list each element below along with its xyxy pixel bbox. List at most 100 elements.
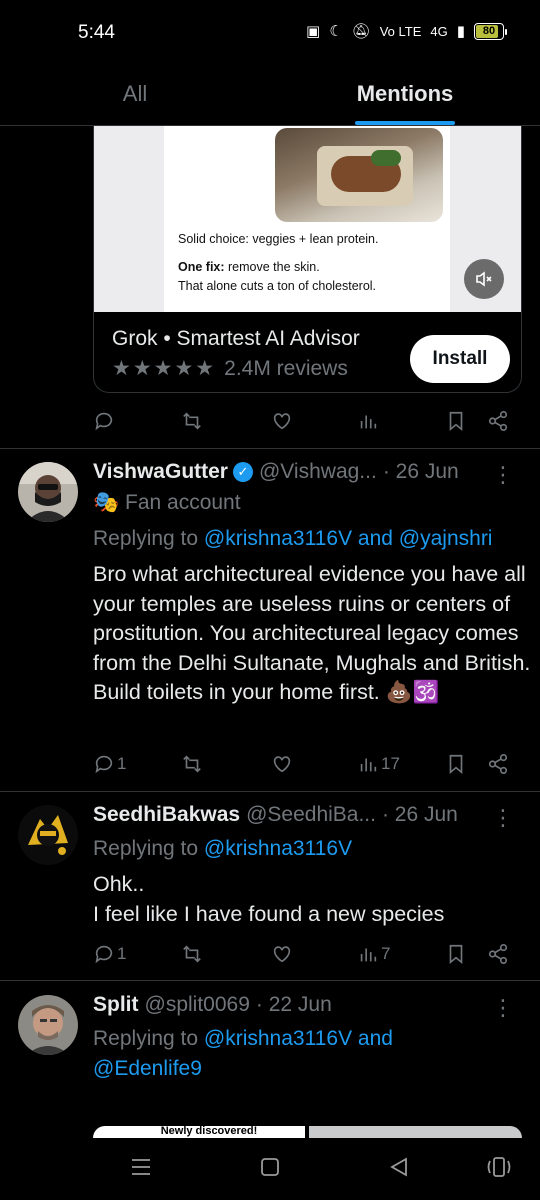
cast-icon: ▣ (306, 23, 321, 40)
avatar[interactable] (18, 805, 78, 865)
bookmark-button[interactable] (445, 410, 467, 432)
user-handle[interactable]: @split0069 (145, 993, 250, 1017)
view-count: 17 (381, 754, 400, 773)
views-button[interactable] (357, 410, 379, 432)
user-handle[interactable]: @Vishwag... (259, 460, 377, 484)
like-button[interactable] (271, 753, 293, 775)
media-preview[interactable]: Newly discovered! (93, 1126, 522, 1138)
tab-mentions[interactable]: Mentions (270, 62, 540, 125)
reply-count: 1 (117, 754, 127, 773)
reply-button[interactable]: 1 (93, 753, 126, 775)
divider (0, 980, 540, 981)
views-icon (360, 948, 377, 962)
tweet-1-action-bar: 1 17 (93, 749, 513, 779)
bookmark-icon (449, 754, 463, 775)
back-nav-button[interactable] (388, 1156, 410, 1184)
reply-count: 1 (117, 944, 127, 963)
ad-fix-text: remove the skin. (224, 260, 320, 274)
repost-icon (183, 755, 201, 773)
avatar[interactable] (18, 462, 78, 522)
media-preview-right (309, 1126, 522, 1138)
more-options-button[interactable]: ⋮ (492, 805, 514, 831)
avatar[interactable] (18, 995, 78, 1055)
views-button[interactable]: 17 (357, 753, 400, 775)
speaker-muted-icon (476, 271, 492, 287)
fan-account-label: 🎭 Fan account (93, 491, 241, 514)
tweet-text-line: I feel like I have found a new species (93, 901, 445, 926)
like-button[interactable] (271, 410, 293, 432)
verified-badge-icon: ✓ (232, 462, 253, 482)
avatar-image-icon (18, 995, 78, 1055)
reply-icon (95, 412, 113, 431)
share-button[interactable] (487, 753, 509, 775)
ad-text-line1: Solid choice: veggies + lean protein. (178, 232, 379, 246)
ad-text-line3: That alone cuts a ton of cholesterol. (178, 279, 377, 293)
views-icon (360, 415, 377, 429)
user-handle[interactable]: @SeedhiBa... (246, 803, 376, 827)
repost-button[interactable] (181, 753, 203, 775)
replying-to-link[interactable]: @krishna3116V (204, 837, 352, 860)
share-icon (488, 754, 508, 774)
share-button[interactable] (487, 410, 509, 432)
ad-reviews: 2.4M reviews (224, 356, 348, 380)
like-button[interactable] (271, 943, 293, 965)
reply-icon (95, 945, 113, 964)
accessibility-nav-button[interactable] (486, 1156, 512, 1184)
tweet-text-line: Ohk.. (93, 872, 145, 896)
replying-to-link[interactable]: @krishna3116V and @yajnshri (204, 527, 493, 550)
share-button[interactable] (487, 943, 509, 965)
status-icons: ▣ ☾ 🔕︎ Vo LTE 4G ▮ 80 (306, 22, 507, 40)
ad-media[interactable]: Solid choice: veggies + lean protein. On… (94, 126, 521, 312)
avatar-image-icon (18, 805, 78, 865)
share-icon (488, 944, 508, 964)
reply-button[interactable]: 1 (93, 943, 126, 965)
view-count: 7 (381, 944, 391, 963)
system-nav-bar (0, 1138, 540, 1200)
tweet-text: Bro what architectureal evidence you hav… (93, 562, 531, 704)
bell-off-icon: 🔕︎ (351, 23, 371, 40)
tweet-date: · 26 Jun (382, 460, 459, 483)
repost-icon (183, 412, 201, 430)
more-options-button[interactable]: ⋮ (492, 462, 514, 488)
display-name[interactable]: SeedhiBakwas (93, 803, 240, 827)
display-name[interactable]: VishwaGutter (93, 460, 228, 484)
status-time: 5:44 (78, 22, 115, 43)
notification-tabs: All Mentions (0, 62, 540, 126)
back-triangle-icon (390, 1157, 407, 1177)
menu-nav-button[interactable] (130, 1156, 152, 1184)
bookmark-button[interactable] (445, 753, 467, 775)
bookmark-button[interactable] (445, 943, 467, 965)
ad-card[interactable]: Solid choice: veggies + lean protein. On… (93, 126, 522, 393)
replying-to-link[interactable]: @Edenlife9 (93, 1057, 202, 1080)
media-preview-left: Newly discovered! (93, 1126, 305, 1138)
repost-button[interactable] (181, 943, 203, 965)
reply-button[interactable] (93, 410, 115, 432)
ad-app-name: Grok • Smartest AI Advisor (112, 327, 360, 350)
display-name[interactable]: Split (93, 993, 139, 1017)
mute-button[interactable] (464, 259, 504, 299)
network-indicator: 4G (430, 23, 448, 39)
views-button[interactable]: 7 (357, 943, 390, 965)
tweet-header: Split @split0069 · 22 Jun (93, 993, 332, 1017)
repost-button[interactable] (181, 410, 203, 432)
menu-icon (132, 1159, 150, 1175)
status-bar: 5:44 ▣ ☾ 🔕︎ Vo LTE 4G ▮ 80 (0, 0, 540, 62)
tweet-header: VishwaGutter ✓ @Vishwag... · 26 Jun (93, 460, 459, 484)
theater-mask-icon: 🎭 (93, 491, 120, 514)
tweet-date: · 22 Jun (255, 993, 332, 1016)
ad-action-bar (93, 406, 513, 436)
star-rating-icon: ★★★★★ (112, 357, 217, 380)
more-options-button[interactable]: ⋮ (492, 995, 514, 1021)
repost-icon (183, 945, 201, 963)
ad-fix-label: One fix: (178, 260, 225, 274)
share-icon (488, 411, 508, 431)
divider (0, 448, 540, 449)
tweet-2-action-bar: 1 7 (93, 939, 513, 969)
screen-rotate-icon (487, 1157, 511, 1177)
home-nav-button[interactable] (259, 1156, 281, 1184)
install-button[interactable]: Install (410, 335, 510, 383)
replying-to-link[interactable]: @krishna3116V and (204, 1027, 393, 1050)
heart-icon (273, 946, 291, 963)
tab-all[interactable]: All (0, 62, 270, 125)
tweet-text: Ohk.. I feel like I have found a new spe… (93, 870, 533, 929)
